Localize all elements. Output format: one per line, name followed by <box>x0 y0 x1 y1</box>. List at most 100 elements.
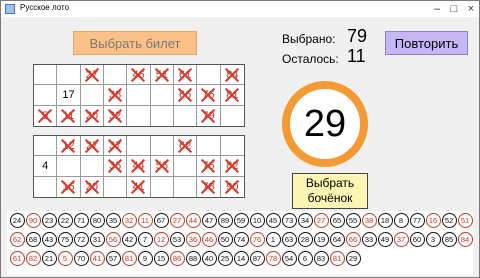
drawn-barrel: 10 <box>249 213 265 228</box>
drawn-barrel: 11 <box>137 213 153 228</box>
drawn-barrel: 83 <box>313 251 329 266</box>
ticket-cell-number: 20 <box>85 109 98 122</box>
ticket-cell-crossed: 27 <box>80 65 104 86</box>
drawn-barrel: 62 <box>9 232 25 247</box>
ticket-cell: 4 <box>34 156 58 177</box>
choose-barrel-label-line1: Выбрать <box>305 176 355 190</box>
drawn-barrel: 25 <box>217 251 233 266</box>
ticket-cell-empty <box>174 176 198 197</box>
drawn-barrel: 57 <box>105 251 121 266</box>
ticket-cell-empty <box>34 176 58 197</box>
lotto-ticket-1[interactable]: 27 46 51 61 84 17 38 66 76 81 5 11 20 32 79 <box>33 64 245 127</box>
drawn-barrel: 36 <box>185 232 201 247</box>
drawn-barrel: 77 <box>409 213 425 228</box>
lotto-ticket-2[interactable]: 12 27 37 62 4 36 44 56 76 82 16 20 41 78 90 <box>33 135 245 198</box>
drawn-barrel: 70 <box>73 251 89 266</box>
ticket-cell-crossed: 41 <box>127 176 151 197</box>
ticket-cell-empty <box>150 136 174 157</box>
drawn-barrel: 9 <box>137 251 153 266</box>
drawn-barrel: 52 <box>441 213 457 228</box>
drawn-barrel: 15 <box>153 251 169 266</box>
drawn-barrel: 41 <box>89 251 105 266</box>
drawn-barrel: 78 <box>265 251 281 266</box>
ticket-cell-empty <box>57 156 81 177</box>
ticket-cell-number: 4 <box>42 159 49 172</box>
drawn-barrel: 89 <box>217 213 233 228</box>
ticket-cell-crossed: 51 <box>150 65 174 86</box>
drawn-barrel: 24 <box>9 213 25 228</box>
drawn-barrel: 32 <box>121 213 137 228</box>
ticket-cell-number: 78 <box>202 180 215 193</box>
drawn-barrel: 27 <box>313 213 329 228</box>
drawn-barrel: 37 <box>393 232 409 247</box>
ticket-cell-empty <box>57 65 81 86</box>
drawn-barrel: 53 <box>169 232 185 247</box>
drawn-barrel: 38 <box>361 213 377 228</box>
ticket-cell-crossed: 27 <box>80 136 104 157</box>
selected-count-value: 79 <box>347 26 368 46</box>
ticket-cell-crossed: 78 <box>197 176 221 197</box>
choose-barrel-label-line2: бочёнок <box>307 191 353 205</box>
ticket-cell-number: 46 <box>132 68 145 81</box>
ticket-cell-empty <box>174 156 198 177</box>
ticket-cell-empty <box>80 85 104 106</box>
ticket-cell-crossed: 76 <box>197 85 221 106</box>
window-title: Русское лото <box>20 3 70 12</box>
maximize-button[interactable]: □ <box>445 1 463 17</box>
ticket-cell-crossed: 84 <box>220 65 244 86</box>
ticket-cell-empty <box>34 65 58 86</box>
close-button[interactable]: × <box>462 1 480 17</box>
ticket-cell-number: 11 <box>62 109 75 122</box>
drawn-barrel: 5 <box>57 251 73 266</box>
drawn-barrel: 85 <box>441 232 457 247</box>
ticket-cell-number: 82 <box>226 159 239 172</box>
ticket-cell-empty <box>220 136 244 157</box>
minimize-button[interactable]: – <box>428 1 446 17</box>
ticket-cell-number: 41 <box>132 180 145 193</box>
ticket-cell-number: 27 <box>85 68 98 81</box>
ticket-cell-crossed: 32 <box>104 105 128 126</box>
ticket-cell-number: 76 <box>202 88 215 101</box>
drawn-barrel: 1 <box>265 232 281 247</box>
choose-ticket-button[interactable]: Выбрать билет <box>73 31 197 55</box>
ticket-cell-number: 79 <box>202 109 215 122</box>
ticket-cell-number: 27 <box>85 139 98 152</box>
ticket-cell-number: 36 <box>109 159 122 172</box>
drawn-barrel: 67 <box>153 213 169 228</box>
ticket-cell-number: 20 <box>85 180 98 193</box>
ticket-cell-number: 81 <box>226 88 239 101</box>
drawn-barrel: 40 <box>201 251 217 266</box>
drawn-barrel: 61 <box>9 251 25 266</box>
drawn-barrel: 81 <box>329 251 345 266</box>
ticket-cell-empty <box>80 156 104 177</box>
ticket-cell-empty <box>197 65 221 86</box>
ticket-cell-number: 66 <box>179 88 192 101</box>
ticket-cell-number: 56 <box>155 159 168 172</box>
drawn-barrel: 73 <box>281 213 297 228</box>
drawn-barrel: 27 <box>169 213 185 228</box>
choose-barrel-button[interactable]: Выбрать бочёнок <box>292 173 368 209</box>
ticket-cell: 17 <box>57 85 81 106</box>
ticket-cell-empty <box>197 136 221 157</box>
drawn-barrel: 86 <box>169 251 185 266</box>
ticket-cell-crossed: 81 <box>220 85 244 106</box>
drawn-barrel: 18 <box>377 213 393 228</box>
drawn-barrel: 46 <box>201 232 217 247</box>
drawn-barrel: 54 <box>281 251 297 266</box>
drawn-barrel: 68 <box>25 232 41 247</box>
repeat-button[interactable]: Повторить <box>385 31 468 55</box>
drawn-barrel: 3 <box>425 232 441 247</box>
ticket-cell-number: 61 <box>179 68 192 81</box>
ticket-cell-empty <box>150 85 174 106</box>
drawn-barrel: 49 <box>377 232 393 247</box>
ticket-cell-crossed: 46 <box>127 65 151 86</box>
ticket-cell-crossed: 5 <box>34 105 58 126</box>
ticket-cell-empty <box>34 136 58 157</box>
drawn-barrel: 21 <box>41 251 57 266</box>
drawn-barrel: 87 <box>249 251 265 266</box>
drawn-barrels-panel: 24 90 23 22 71 80 35 32 11 67 27 44 47 89 59 10 45 73 34 27… <box>7 211 473 275</box>
drawn-barrel: 65 <box>329 213 345 228</box>
drawn-barrel: 35 <box>105 213 121 228</box>
ticket-cell-number: 17 <box>62 88 75 101</box>
ticket-cell-empty <box>151 176 174 197</box>
